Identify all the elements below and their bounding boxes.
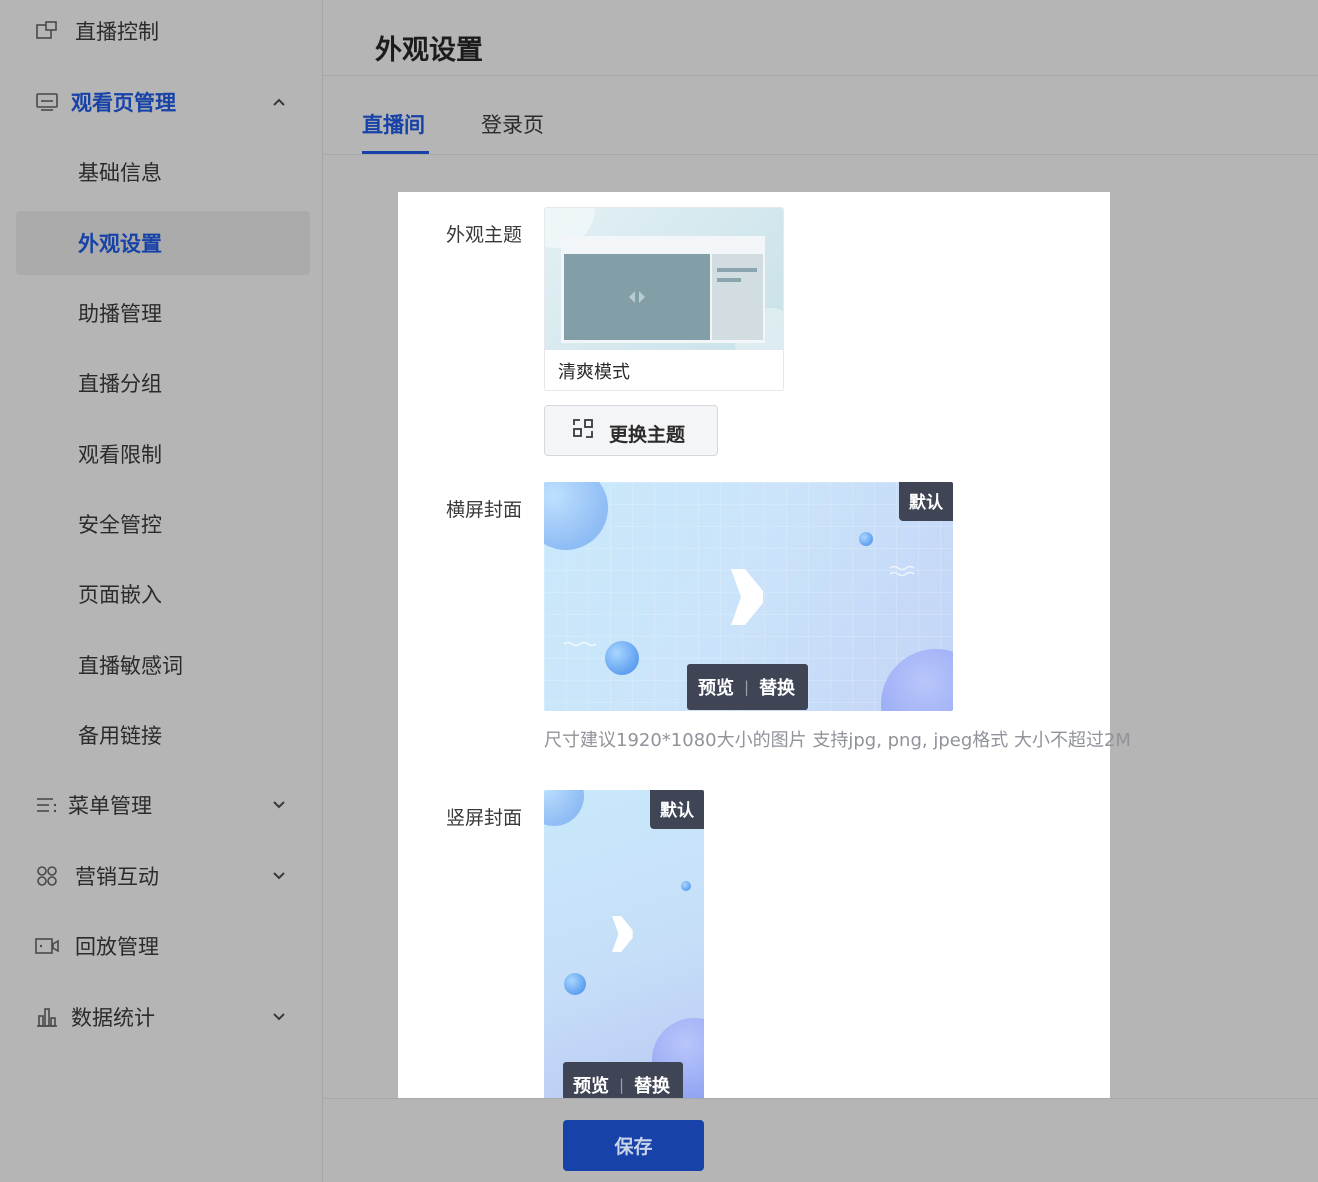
sidebar-subitem-label: 助播管理 — [78, 302, 162, 326]
sidebar-subitem-appearance[interactable]: 外观设置 — [16, 211, 310, 275]
chevron-up-icon — [273, 98, 285, 106]
watch-page-icon — [34, 90, 60, 114]
default-badge: 默认 — [650, 790, 704, 829]
preview-button[interactable]: 预览 — [698, 674, 734, 700]
theme-thumbnail — [545, 208, 783, 378]
sidebar-item-label: 回放管理 — [75, 935, 159, 959]
sidebar-subitem-label: 直播分组 — [78, 372, 162, 396]
chevron-down-icon — [273, 801, 285, 809]
sidebar-item-label: 营销互动 — [75, 865, 159, 889]
replace-button[interactable]: 替换 — [634, 1072, 670, 1098]
menu-list-icon — [34, 793, 60, 817]
theme-label: 外观主题 — [446, 224, 523, 246]
theme-name: 清爽模式 — [558, 362, 630, 383]
action-separator: | — [744, 678, 750, 696]
sidebar-subitem-security[interactable]: 安全管控 — [16, 492, 310, 556]
change-theme-label: 更换主题 — [609, 424, 686, 446]
preview-button[interactable]: 预览 — [573, 1072, 609, 1098]
landscape-cover-label: 横屏封面 — [446, 499, 523, 521]
default-badge: 默认 — [899, 482, 953, 521]
settings-card: 外观主题 清爽模式 更换主题 横屏封面 默认 预览 | 替换 尺寸建议1920*… — [398, 192, 1131, 1100]
page-title: 外观设置 — [375, 35, 483, 66]
footer-bar: 保存 — [323, 1098, 1318, 1182]
cover-size-hint: 尺寸建议1920*1080大小的图片 支持jpg, png, jpeg格式 大小… — [544, 730, 1131, 751]
sidebar-subitem-watch-limit[interactable]: 观看限制 — [16, 422, 310, 486]
chevron-down-icon — [273, 872, 285, 880]
sidebar-subitem-label: 外观设置 — [78, 232, 162, 256]
sidebar-item-marketing[interactable]: 营销互动 — [0, 856, 322, 896]
sidebar-subitem-label: 备用链接 — [78, 724, 162, 748]
sidebar: 直播控制 观看页管理 基础信息 外观设置 助播管理 直播分组 观看限制 安全管控… — [0, 0, 323, 1182]
sidebar-item-label: 观看页管理 — [71, 91, 176, 115]
replace-button[interactable]: 替换 — [759, 674, 795, 700]
tab-bar: 直播间 登录页 — [323, 77, 1318, 155]
sidebar-subitem-embed[interactable]: 页面嵌入 — [16, 562, 310, 626]
sidebar-item-playback[interactable]: 回放管理 — [0, 926, 322, 966]
portrait-cover-label: 竖屏封面 — [446, 807, 523, 829]
action-separator: | — [619, 1076, 625, 1094]
sidebar-subitem-basic-info[interactable]: 基础信息 — [16, 140, 310, 204]
portrait-cover-actions: 预览 | 替换 — [563, 1062, 683, 1100]
sidebar-subitem-label: 页面嵌入 — [78, 583, 162, 607]
play-logo-icon — [731, 569, 763, 625]
sidebar-subitem-backup-link[interactable]: 备用链接 — [16, 703, 310, 767]
page-header: 外观设置 — [323, 0, 1318, 76]
tab-live-room[interactable]: 直播间 — [362, 109, 425, 139]
sidebar-subitem-assistant[interactable]: 助播管理 — [16, 281, 310, 345]
landscape-cover-image: 默认 预览 | 替换 — [544, 482, 953, 711]
video-camera-icon — [34, 934, 60, 958]
sidebar-item-statistics[interactable]: 数据统计 — [0, 997, 322, 1037]
sidebar-item-watch-page[interactable]: 观看页管理 — [0, 82, 322, 122]
save-button[interactable]: 保存 — [563, 1120, 704, 1171]
sidebar-item-menu[interactable]: 菜单管理 — [0, 785, 322, 825]
sidebar-subitem-label: 直播敏感词 — [78, 654, 183, 678]
sidebar-item-live-control[interactable]: 直播控制 — [0, 11, 322, 51]
portrait-cover-image: 默认 预览 | 替换 — [544, 790, 704, 1100]
sidebar-subitem-live-group[interactable]: 直播分组 — [16, 351, 310, 415]
landscape-cover-actions: 预览 | 替换 — [687, 664, 808, 710]
sidebar-item-label: 菜单管理 — [68, 794, 152, 818]
sidebar-subitem-label: 基础信息 — [78, 161, 162, 185]
screen-share-icon — [34, 19, 60, 43]
sidebar-subitem-label: 安全管控 — [78, 513, 162, 537]
bar-chart-icon — [34, 1005, 60, 1029]
tab-active-indicator — [362, 151, 429, 154]
change-theme-button[interactable]: 更换主题 — [544, 405, 718, 456]
sidebar-item-label: 直播控制 — [75, 20, 159, 44]
theme-card[interactable]: 清爽模式 — [544, 207, 784, 391]
sidebar-subitem-sensitive-words[interactable]: 直播敏感词 — [16, 633, 310, 697]
apps-grid-icon — [34, 864, 60, 888]
sidebar-subitem-label: 观看限制 — [78, 443, 162, 467]
tab-login-page[interactable]: 登录页 — [481, 109, 544, 139]
play-logo-icon — [612, 916, 633, 952]
swap-layout-icon — [573, 419, 593, 438]
chevron-down-icon — [273, 1013, 285, 1021]
sidebar-item-label: 数据统计 — [71, 1006, 155, 1030]
